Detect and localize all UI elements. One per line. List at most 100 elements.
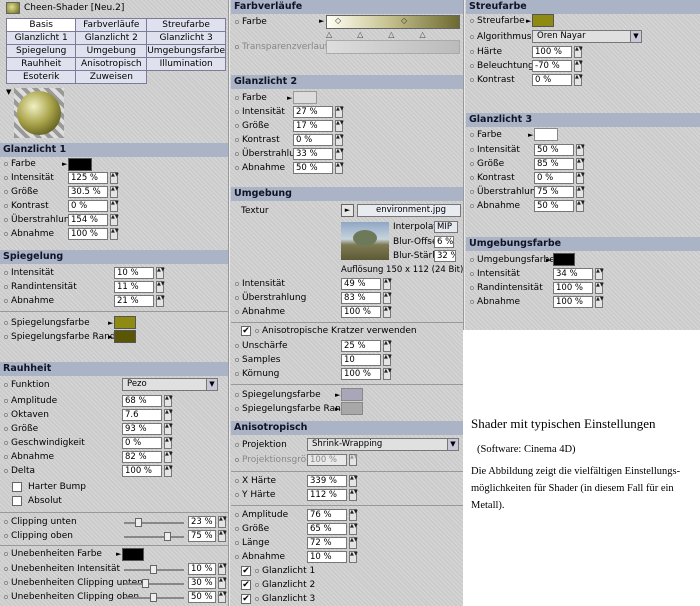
spinner[interactable]: ▲▼ [156, 267, 165, 279]
spinner[interactable]: ▲▼ [110, 214, 119, 226]
spinner[interactable]: ▲▼ [335, 148, 344, 160]
spinner[interactable]: ▲▼ [383, 292, 392, 304]
spinner[interactable]: ▲▼ [576, 172, 585, 184]
y-harte-field[interactable]: 112 % [307, 489, 347, 501]
arrow-icon[interactable]: ► [287, 92, 292, 104]
glanzlicht-1-checkbox[interactable]: ✔ [241, 566, 251, 576]
gradient-knot-icon[interactable]: ◇ [335, 16, 341, 25]
harte-field[interactable]: 100 % [532, 46, 572, 58]
spinner[interactable]: ▲▼ [576, 200, 585, 212]
color-swatch[interactable] [341, 402, 363, 415]
tab-glanzlicht-1[interactable]: Glanzlicht 1 [5, 31, 77, 45]
delta-field[interactable]: 100 % [122, 465, 162, 477]
spinner[interactable]: ▲▼ [218, 530, 227, 542]
gradient-knot-icon[interactable]: ◇ [401, 16, 407, 25]
anisotropic-scratches-checkbox[interactable]: ✔ [241, 326, 251, 336]
spinner[interactable]: ▲▼ [349, 523, 358, 535]
umgfarbe-rand-field[interactable]: 100 % [553, 282, 593, 294]
gradient-markers[interactable]: △△△△ [326, 30, 460, 39]
intensitat-field[interactable]: 125 % [68, 172, 108, 184]
aniso-abnahme-field[interactable]: 10 % [307, 551, 347, 563]
spinner[interactable]: ▲▼ [576, 158, 585, 170]
unebenheiten-intensitat-slider[interactable] [124, 565, 184, 574]
arrow-icon[interactable]: ► [526, 15, 531, 27]
spinner[interactable]: ▲▼ [349, 475, 358, 487]
clipping-oben-field[interactable]: 75 % [188, 530, 216, 542]
glanzlicht-2-checkbox[interactable]: ✔ [241, 580, 251, 590]
color-swatch[interactable] [341, 388, 363, 401]
color-swatch[interactable] [114, 316, 136, 329]
rauh-abnahme-field[interactable]: 82 % [122, 451, 162, 463]
arrow-icon[interactable]: ► [335, 389, 340, 401]
g3-kontrast-field[interactable]: 0 % [534, 172, 574, 184]
tab-farbverlaufe[interactable]: Farbverläufe [75, 18, 148, 32]
spinner[interactable]: ▲▼ [349, 489, 358, 501]
spinner[interactable]: ▲▼ [383, 278, 392, 290]
arrow-icon[interactable]: ► [335, 403, 340, 415]
spinner[interactable]: ▲▼ [335, 106, 344, 118]
g3-grosse-field[interactable]: 85 % [534, 158, 574, 170]
samples-field[interactable]: 10 [341, 354, 381, 366]
projektionsgrosse-field[interactable]: 100 % [307, 454, 347, 466]
streu-kontrast-field[interactable]: 0 % [532, 74, 572, 86]
arrow-icon[interactable]: ► [62, 158, 67, 170]
spinner[interactable]: ▲▼ [574, 74, 583, 86]
spinner[interactable]: ▲▼ [595, 282, 604, 294]
spinner[interactable]: ▲▼ [349, 454, 358, 466]
uberstrahlung-field[interactable]: 33 % [293, 148, 333, 160]
gradient-bar[interactable] [326, 15, 460, 29]
tab-anisotropisch[interactable]: Anisotropisch [75, 57, 148, 71]
spinner[interactable]: ▲▼ [383, 306, 392, 318]
spinner[interactable]: ▲▼ [218, 516, 227, 528]
spiegel-abnahme-field[interactable]: 21 % [114, 295, 154, 307]
spinner[interactable]: ▲▼ [335, 162, 344, 174]
unebenheiten-clipping-oben-slider[interactable] [124, 593, 184, 602]
spinner[interactable]: ▲▼ [218, 577, 227, 589]
unscharfe-field[interactable]: 25 % [341, 340, 381, 352]
clipping-oben-slider[interactable] [124, 532, 184, 541]
transparency-bar[interactable] [326, 40, 460, 54]
tab-esoterik[interactable]: Esoterik [5, 70, 77, 84]
spinner[interactable]: ▲▼ [383, 340, 392, 352]
oktaven-field[interactable]: 7.6 [122, 409, 162, 421]
texture-file-button[interactable]: environment.jpg [357, 204, 461, 217]
umgfarbe-intensitat-field[interactable]: 34 % [553, 268, 593, 280]
spinner[interactable]: ▲▼ [110, 200, 119, 212]
g3-intensitat-field[interactable]: 50 % [534, 144, 574, 156]
umg-uberstrahlung-field[interactable]: 83 % [341, 292, 381, 304]
uberstrahlung-field[interactable]: 154 % [68, 214, 108, 226]
umg-abnahme-field[interactable]: 100 % [341, 306, 381, 318]
spinner[interactable]: ▲▼ [349, 537, 358, 549]
absolut-checkbox[interactable] [12, 496, 22, 506]
spinner[interactable]: ▲▼ [335, 120, 344, 132]
unebenheiten-clipping-oben-field[interactable]: 50 % [188, 591, 216, 603]
projektion-dropdown[interactable]: Shrink-Wrapping ▼ [307, 438, 459, 451]
kornung-field[interactable]: 100 % [341, 368, 381, 380]
spinner[interactable]: ▲▼ [164, 451, 173, 463]
tab-umgebungsfarbe[interactable]: Umgebungsfarbe [146, 44, 226, 58]
amplitude-field[interactable]: 68 % [122, 395, 162, 407]
tab-illumination[interactable]: Illumination [146, 57, 226, 71]
rauh-grosse-field[interactable]: 93 % [122, 423, 162, 435]
randintensitat-field[interactable]: 11 % [114, 281, 154, 293]
intensitat-field[interactable]: 27 % [293, 106, 333, 118]
tab-basis[interactable]: Basis [5, 18, 77, 32]
spinner[interactable]: ▲▼ [218, 591, 227, 603]
geschwindigkeit-field[interactable]: 0 % [122, 437, 162, 449]
umgfarbe-abnahme-field[interactable]: 100 % [553, 296, 593, 308]
color-swatch[interactable] [293, 91, 317, 104]
clipping-unten-field[interactable]: 23 % [188, 516, 216, 528]
harter-bump-checkbox[interactable] [12, 482, 22, 492]
spinner[interactable]: ▲▼ [349, 551, 358, 563]
clipping-unten-slider[interactable] [124, 518, 184, 527]
g3-abnahme-field[interactable]: 50 % [534, 200, 574, 212]
color-swatch[interactable] [122, 548, 144, 561]
spinner[interactable]: ▲▼ [595, 296, 604, 308]
unebenheiten-intensitat-field[interactable]: 10 % [188, 563, 216, 575]
color-swatch[interactable] [553, 253, 575, 266]
spiegel-intensitat-field[interactable]: 10 % [114, 267, 154, 279]
tab-umgebung[interactable]: Umgebung [75, 44, 148, 58]
unebenheiten-clipping-unten-slider[interactable] [124, 579, 184, 588]
spinner[interactable]: ▲▼ [164, 465, 173, 477]
preview-arrow-icon[interactable]: ▼ [6, 88, 11, 96]
